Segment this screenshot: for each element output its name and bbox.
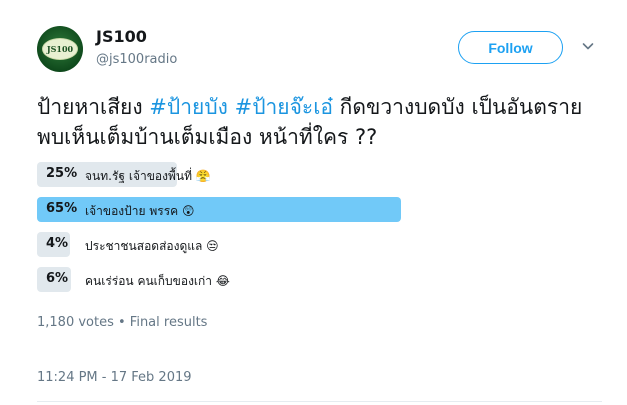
poll-option-label: ประชาชนสอดส่องดูแล 😒 [85, 239, 219, 253]
poll-option-label: จนท.รัฐ เจ้าของพื้นที่ 😤 [85, 169, 211, 183]
user-handle[interactable]: @js100radio [96, 52, 177, 67]
poll-percent: 6% [46, 271, 69, 286]
poll-option-label: เจ้าของป้าย พรรค 😲 [85, 204, 195, 218]
tweet-text-space [228, 95, 235, 119]
tweet-timestamp[interactable]: 11:24 PM - 17 Feb 2019 [37, 370, 192, 385]
poll-option: 25% จนท.รัฐ เจ้าของพื้นที่ 😤 [37, 162, 457, 187]
follow-button[interactable]: Follow [458, 31, 563, 64]
poll-option: 65% เจ้าของป้าย พรรค 😲 [37, 197, 457, 222]
poll-percent: 25% [46, 166, 78, 181]
chevron-down-icon[interactable] [582, 40, 594, 52]
tweet-text: ป้ายหาเสียง #ป้ายบัง #ป้ายจ๊ะเอ๋ กีดขวาง… [37, 92, 597, 152]
avatar[interactable]: JS100 [37, 26, 83, 72]
hashtag-link[interactable]: #ป้ายบัง [149, 95, 228, 119]
display-name[interactable]: JS100 [96, 27, 147, 46]
avatar-logo: JS100 [42, 38, 78, 60]
hashtag-link[interactable]: #ป้ายจ๊ะเอ๋ [235, 95, 333, 119]
poll-percent: 65% [46, 201, 78, 216]
poll-option: 4% ประชาชนสอดส่องดูแล 😒 [37, 232, 457, 257]
poll-percent: 4% [46, 236, 69, 251]
divider [37, 401, 602, 402]
poll-option: 6% คนเร่ร่อน คนเก็บของเก่า 😂 [37, 267, 457, 292]
poll-option-label: คนเร่ร่อน คนเก็บของเก่า 😂 [85, 274, 230, 288]
poll-summary: 1,180 votes • Final results [37, 315, 208, 330]
tweet-text-part: ป้ายหาเสียง [37, 95, 150, 119]
